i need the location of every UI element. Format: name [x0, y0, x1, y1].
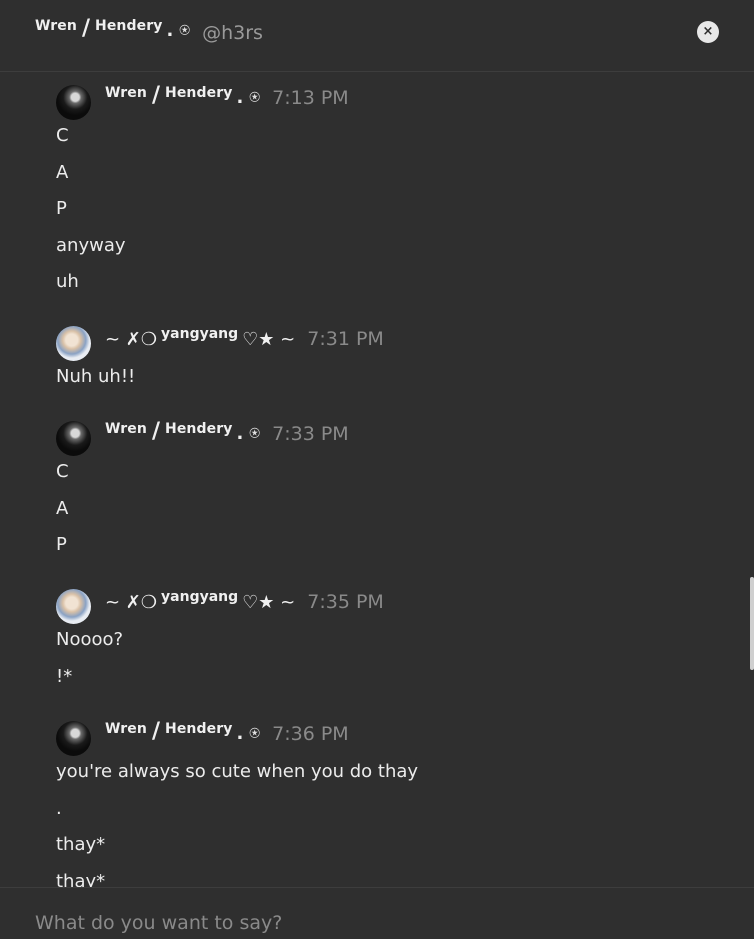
star-icon: ⍟ — [249, 87, 261, 108]
name-first: Wren — [35, 18, 77, 34]
name-dot: . — [236, 723, 244, 744]
name-dot: . — [166, 20, 174, 41]
message-line: . — [56, 797, 62, 819]
name-second: Hendery — [165, 85, 233, 101]
name-dot: . — [236, 87, 244, 108]
scrollbar-thumb[interactable] — [750, 577, 754, 670]
name-first: Wren — [105, 421, 147, 437]
name-first: Wren — [105, 721, 147, 737]
message-line: A — [56, 161, 69, 183]
message-line: you're always so cute when you do thay — [56, 761, 419, 782]
name-prefix: ~ ✗❍ — [105, 592, 158, 613]
message-feed[interactable]: Wren / Hendery . ⍟ 7:13 PM C A P anyway … — [0, 73, 754, 887]
message-header: Wren / Hendery . ⍟ 7:33 PM — [56, 419, 349, 459]
message-line: anyway — [56, 234, 126, 256]
star-icon: ⍟ — [179, 20, 191, 41]
timestamp: 7:35 PM — [307, 591, 384, 613]
name-slash: / — [81, 16, 91, 41]
message-line: A — [56, 497, 69, 519]
message-line: Noooo? — [56, 629, 124, 650]
name-suffix: ♡★ ~ — [242, 592, 296, 613]
timestamp: 7:31 PM — [307, 328, 384, 350]
name-prefix: ~ ✗❍ — [105, 329, 158, 350]
message-group: Wren / Hendery . ⍟ 7:13 PM C A P anyway … — [56, 83, 349, 306]
name-second: Hendery — [165, 721, 233, 737]
name-first: Wren — [105, 85, 147, 101]
name-main: yangyang — [161, 589, 239, 605]
author-name[interactable]: ~ ✗❍ yangyang ♡★ ~ — [105, 589, 295, 612]
message-line: Nuh uh!! — [56, 366, 136, 387]
close-button[interactable]: × — [697, 21, 719, 43]
message-line: thay* — [56, 870, 106, 888]
name-dot: . — [236, 423, 244, 444]
author-name[interactable]: Wren / Hendery . ⍟ — [105, 421, 260, 443]
name-slash: / — [151, 719, 161, 744]
name-slash: / — [151, 419, 161, 444]
message-line: C — [56, 125, 69, 146]
message-line: P — [56, 534, 67, 555]
message-group: ~ ✗❍ yangyang ♡★ ~ 7:31 PM Nuh uh!! — [56, 324, 384, 401]
message-group: Wren / Hendery . ⍟ 7:33 PM C A P — [56, 419, 349, 569]
star-icon: ⍟ — [249, 423, 261, 444]
message-header: Wren / Hendery . ⍟ 7:36 PM — [56, 719, 418, 759]
name-suffix: ♡★ ~ — [242, 329, 296, 350]
author-name[interactable]: Wren / Hendery . ⍟ — [105, 721, 260, 743]
avatar[interactable] — [56, 589, 91, 624]
name-second: Hendery — [165, 421, 233, 437]
avatar[interactable] — [56, 326, 91, 361]
conversation-header: Wren / Hendery . ⍟ @h3rs × — [0, 0, 754, 72]
avatar[interactable] — [56, 421, 91, 456]
name-second: Hendery — [95, 18, 163, 34]
timestamp: 7:13 PM — [272, 87, 349, 109]
message-line: P — [56, 198, 67, 219]
timestamp: 7:36 PM — [272, 723, 349, 745]
avatar[interactable] — [56, 85, 91, 120]
author-name[interactable]: Wren / Hendery . ⍟ — [105, 85, 260, 107]
message-header: ~ ✗❍ yangyang ♡★ ~ 7:31 PM — [56, 324, 384, 364]
timestamp: 7:33 PM — [272, 423, 349, 445]
message-group: Wren / Hendery . ⍟ 7:36 PM you're always… — [56, 719, 418, 887]
name-slash: / — [151, 83, 161, 108]
message-header: ~ ✗❍ yangyang ♡★ ~ 7:35 PM — [56, 587, 384, 627]
message-line: !* — [56, 665, 73, 687]
name-main: yangyang — [161, 326, 239, 342]
composer — [0, 887, 754, 939]
message-group: ~ ✗❍ yangyang ♡★ ~ 7:35 PM Noooo? !* — [56, 587, 384, 700]
message-header: Wren / Hendery . ⍟ 7:13 PM — [56, 83, 349, 123]
message-line: uh — [56, 271, 79, 292]
message-line: C — [56, 461, 69, 482]
recipient-handle: @h3rs — [202, 22, 263, 44]
author-name[interactable]: ~ ✗❍ yangyang ♡★ ~ — [105, 326, 295, 349]
recipient-name: Wren / Hendery . ⍟ @h3rs — [35, 16, 263, 45]
star-icon: ⍟ — [249, 723, 261, 744]
avatar[interactable] — [56, 721, 91, 756]
message-line: thay* — [56, 834, 106, 855]
message-input[interactable] — [35, 910, 715, 936]
